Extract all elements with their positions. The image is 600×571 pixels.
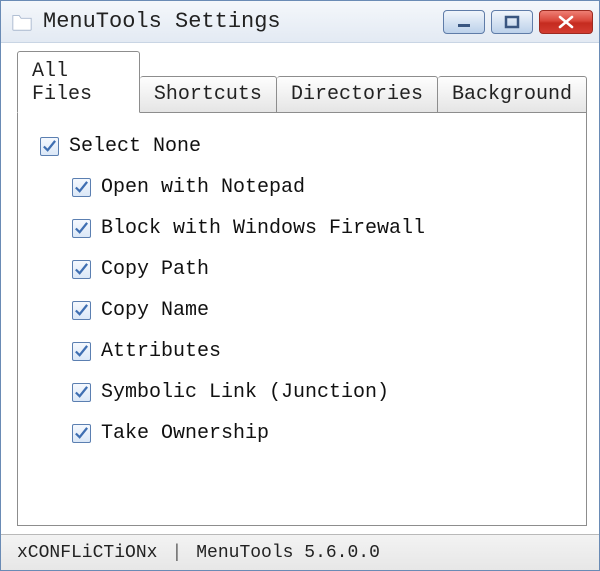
checkbox-take-ownership[interactable] bbox=[72, 424, 91, 443]
option-label: Select None bbox=[69, 135, 201, 158]
option-attributes: Attributes bbox=[72, 340, 574, 363]
status-separator: | bbox=[171, 543, 182, 563]
checkbox-symbolic-link[interactable] bbox=[72, 383, 91, 402]
window-title: MenuTools Settings bbox=[43, 9, 443, 34]
option-copy-path: Copy Path bbox=[72, 258, 574, 281]
option-take-ownership: Take Ownership bbox=[72, 422, 574, 445]
title-bar: MenuTools Settings bbox=[1, 1, 599, 43]
option-label: Copy Path bbox=[101, 258, 209, 281]
status-author: xCONFLiCTiONx bbox=[17, 543, 157, 563]
option-copy-name: Copy Name bbox=[72, 299, 574, 322]
checkbox-block-with-windows-firewall[interactable] bbox=[72, 219, 91, 238]
minimize-button[interactable] bbox=[443, 10, 485, 34]
tab-directories[interactable]: Directories bbox=[277, 76, 438, 113]
folder-icon bbox=[11, 11, 33, 33]
option-label: Block with Windows Firewall bbox=[101, 217, 425, 240]
window-buttons bbox=[443, 10, 593, 34]
status-bar: xCONFLiCTiONx | MenuTools 5.6.0.0 bbox=[1, 534, 599, 570]
tab-all-files[interactable]: All Files bbox=[17, 51, 140, 113]
option-symbolic-link: Symbolic Link (Junction) bbox=[72, 381, 574, 404]
status-version: MenuTools 5.6.0.0 bbox=[196, 543, 380, 563]
option-select-none: Select None bbox=[40, 135, 574, 158]
close-button[interactable] bbox=[539, 10, 593, 34]
checkbox-open-with-notepad[interactable] bbox=[72, 178, 91, 197]
option-label: Attributes bbox=[101, 340, 221, 363]
checkbox-copy-path[interactable] bbox=[72, 260, 91, 279]
option-label: Symbolic Link (Junction) bbox=[101, 381, 389, 404]
option-open-with-notepad: Open with Notepad bbox=[72, 176, 574, 199]
maximize-button[interactable] bbox=[491, 10, 533, 34]
option-block-with-windows-firewall: Block with Windows Firewall bbox=[72, 217, 574, 240]
option-label: Open with Notepad bbox=[101, 176, 305, 199]
checkbox-attributes[interactable] bbox=[72, 342, 91, 361]
tab-shortcuts[interactable]: Shortcuts bbox=[140, 76, 277, 113]
tab-panel: Select None Open with Notepad Block with… bbox=[17, 112, 587, 526]
checkbox-select-none[interactable] bbox=[40, 137, 59, 156]
checkbox-copy-name[interactable] bbox=[72, 301, 91, 320]
option-label: Copy Name bbox=[101, 299, 209, 322]
tab-strip: All Files Shortcuts Directories Backgrou… bbox=[1, 43, 599, 113]
window: MenuTools Settings All Files Shortcuts D… bbox=[0, 0, 600, 571]
tab-background[interactable]: Background bbox=[438, 76, 587, 113]
option-label: Take Ownership bbox=[101, 422, 269, 445]
